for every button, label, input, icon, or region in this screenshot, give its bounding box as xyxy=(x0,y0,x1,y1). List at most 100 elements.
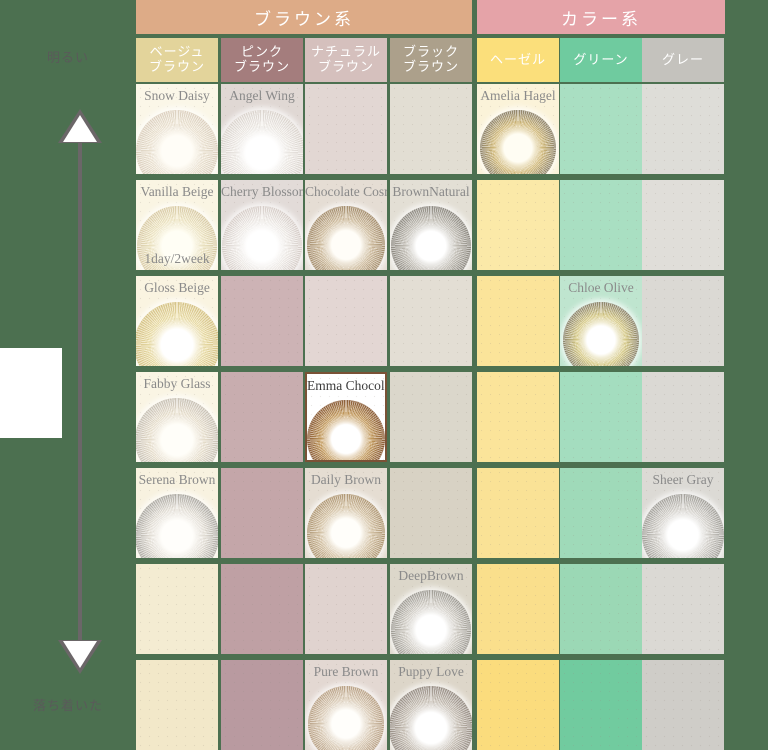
lens-cell-empty-40[interactable] xyxy=(560,564,642,654)
lens-cell-deepbrown[interactable]: DeepBrown xyxy=(390,564,472,654)
lens-cell-empty-42[interactable] xyxy=(136,660,218,750)
lens-cell-serena-brown[interactable]: Serena Brown xyxy=(136,468,218,558)
lens-cell-empty-16[interactable] xyxy=(305,276,387,366)
lens-cell-empty-39[interactable] xyxy=(477,564,559,654)
texture-overlay xyxy=(560,84,642,174)
lens-cell-chocolate-cosmos[interactable]: Chocolate Cosmos xyxy=(305,180,387,270)
lens-cell-empty-43[interactable] xyxy=(221,660,303,750)
category-label-line1: ベージュ xyxy=(149,45,205,60)
lens-cell-fabby-glass[interactable]: Fabby Glass xyxy=(136,372,218,462)
texture-overlay xyxy=(221,276,303,366)
category-header-5[interactable]: グリーン xyxy=(560,38,642,82)
lens-cell-cherry-blossom[interactable]: Cherry Blossom xyxy=(221,180,303,270)
lens-cell-vanilla-beige[interactable]: Vanilla Beige 1day/2week xyxy=(136,180,218,270)
lens-cell-amelia-hagel[interactable]: Amelia Hagel xyxy=(477,84,559,174)
category-header-3[interactable]: ブラック ブラウン xyxy=(390,38,472,82)
lens-name-label: Sheer Gray xyxy=(652,472,714,487)
texture-overlay xyxy=(642,564,724,654)
lens-cell-gloss-beige[interactable]: Gloss Beige xyxy=(136,276,218,366)
lens-ray-texture xyxy=(307,494,385,558)
lens-cell-chloe-olive[interactable]: Chloe Olive xyxy=(560,276,642,366)
category-header-4[interactable]: ヘーゼル xyxy=(477,38,559,82)
texture-overlay xyxy=(221,660,303,750)
lens-ray-texture xyxy=(642,494,724,558)
lens-swatch-image xyxy=(136,110,218,174)
category-label-line1: ナチュラル xyxy=(310,45,381,60)
lens-cell-empty-31[interactable] xyxy=(390,468,472,558)
lens-swatch-image xyxy=(308,686,384,750)
lens-cell-empty-47[interactable] xyxy=(560,660,642,750)
group-header-1[interactable]: カラー系 xyxy=(477,0,725,34)
lens-ray-texture xyxy=(390,686,472,750)
texture-overlay xyxy=(221,468,303,558)
lens-cell-empty-35[interactable] xyxy=(136,564,218,654)
lens-cell-empty-36[interactable] xyxy=(221,564,303,654)
texture-overlay xyxy=(477,660,559,750)
texture-overlay xyxy=(305,276,387,366)
lens-cell-empty-41[interactable] xyxy=(642,564,724,654)
texture-overlay xyxy=(560,180,642,270)
category-header-2[interactable]: ナチュラル ブラウン xyxy=(305,38,387,82)
lens-swatch-image xyxy=(390,686,472,750)
lens-swatch-image xyxy=(136,398,218,462)
category-header-0[interactable]: ベージュ ブラウン xyxy=(136,38,218,82)
lens-cell-empty-12[interactable] xyxy=(560,180,642,270)
lens-cell-empty-22[interactable] xyxy=(221,372,303,462)
lens-swatch-image xyxy=(136,302,218,366)
arrow-up-icon xyxy=(58,109,102,145)
lens-swatch-image xyxy=(642,494,724,558)
lens-cell-emma-chocolate[interactable]: Emma Chocolate xyxy=(305,372,387,462)
lens-cell-empty-15[interactable] xyxy=(221,276,303,366)
lens-name-label: Serena Brown xyxy=(138,472,216,487)
lens-swatch-image xyxy=(563,302,639,366)
lens-cell-sheer-gray[interactable]: Sheer Gray xyxy=(642,468,724,558)
lens-cell-empty-37[interactable] xyxy=(305,564,387,654)
lens-cell-empty-26[interactable] xyxy=(560,372,642,462)
lens-swatch-image xyxy=(136,494,218,558)
lens-cell-empty-18[interactable] xyxy=(477,276,559,366)
lens-cell-empty-13[interactable] xyxy=(642,180,724,270)
lens-cell-empty-11[interactable] xyxy=(477,180,559,270)
category-header-1[interactable]: ピンク ブラウン xyxy=(221,38,303,82)
lens-swatch-image xyxy=(307,494,385,558)
lens-cell-snow-daisy[interactable]: Snow Daisy xyxy=(136,84,218,174)
lens-cell-brownnatural[interactable]: BrownNatural xyxy=(390,180,472,270)
lens-cell-empty-25[interactable] xyxy=(477,372,559,462)
texture-overlay xyxy=(560,564,642,654)
lens-cell-empty-5[interactable] xyxy=(560,84,642,174)
category-label-line1: グリーン xyxy=(573,52,629,68)
duration-note: 1day/2week xyxy=(144,251,210,266)
lens-cell-empty-48[interactable] xyxy=(642,660,724,750)
lens-ray-texture xyxy=(136,398,218,462)
lens-cell-empty-46[interactable] xyxy=(477,660,559,750)
lens-swatch-image xyxy=(222,206,302,270)
lens-cell-empty-17[interactable] xyxy=(390,276,472,366)
lens-cell-empty-32[interactable] xyxy=(477,468,559,558)
texture-overlay xyxy=(477,468,559,558)
arrow-down-icon xyxy=(58,640,102,676)
lens-cell-pure-brown[interactable]: Pure Brown xyxy=(305,660,387,750)
lens-cell-empty-2[interactable] xyxy=(305,84,387,174)
category-header-6[interactable]: グレー xyxy=(642,38,724,82)
lens-cell-empty-20[interactable] xyxy=(642,276,724,366)
lens-cell-empty-24[interactable] xyxy=(390,372,472,462)
lens-cell-daily-brown[interactable]: Daily Brown xyxy=(305,468,387,558)
texture-overlay xyxy=(221,564,303,654)
lens-ray-texture xyxy=(136,302,218,366)
lens-cell-empty-6[interactable] xyxy=(642,84,724,174)
texture-overlay xyxy=(560,372,642,462)
texture-overlay xyxy=(477,564,559,654)
lens-cell-empty-29[interactable] xyxy=(221,468,303,558)
category-label-line2: ブラウン xyxy=(317,60,374,75)
lens-cell-puppy-love[interactable]: Puppy Love xyxy=(390,660,472,750)
lens-cell-angel-wing[interactable]: Angel Wing xyxy=(221,84,303,174)
lens-cell-empty-27[interactable] xyxy=(642,372,724,462)
texture-overlay xyxy=(560,660,642,750)
lens-ray-texture xyxy=(307,206,385,270)
group-header-0[interactable]: ブラウン系 xyxy=(136,0,472,34)
texture-overlay xyxy=(560,468,642,558)
lens-ray-texture xyxy=(222,206,302,270)
lens-cell-empty-3[interactable] xyxy=(390,84,472,174)
texture-overlay xyxy=(642,84,724,174)
lens-cell-empty-33[interactable] xyxy=(560,468,642,558)
